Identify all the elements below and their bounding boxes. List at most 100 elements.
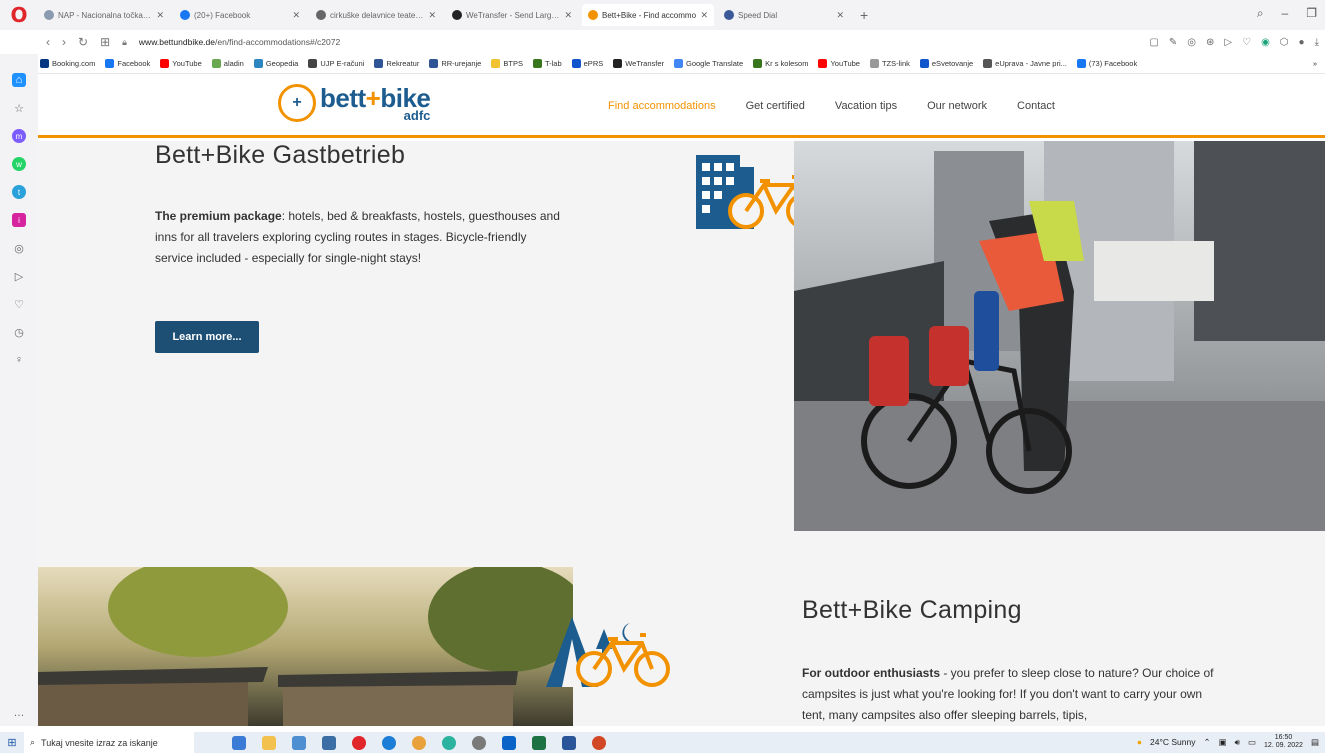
tab-close-icon[interactable]: ✕ [836,10,844,21]
play-icon[interactable]: ▷ [1224,37,1232,48]
home-icon[interactable]: ⌂ [12,73,26,87]
account-icon[interactable]: ◉ [1261,37,1270,48]
send-icon[interactable]: ▷ [12,269,26,283]
bookmark-item[interactable]: Booking.com [40,59,95,68]
edge-new-icon[interactable] [442,735,456,750]
browser-tab[interactable]: NAP - Nacionalna točka do ✕ [38,4,170,26]
nav-contact[interactable]: Contact [1017,100,1055,112]
browser-tab[interactable]: cirkuške delavnice teate cir ✕ [310,4,442,26]
heart-icon[interactable]: ♡ [1242,37,1251,48]
browser-tab[interactable]: (20+) Facebook ✕ [174,4,306,26]
pin-icon[interactable]: ♀ [12,353,26,367]
bookmark-item[interactable]: Google Translate [674,59,743,68]
bookmark-item[interactable]: eSvetovanje [919,59,973,68]
nav-get-certified[interactable]: Get certified [746,100,805,112]
tab-close-icon[interactable]: ✕ [428,10,436,21]
bookmarks-heart-icon[interactable]: ♡ [12,297,26,311]
nav-find-accommodations[interactable]: Find accommodations [608,100,716,112]
bookmark-item[interactable]: Geopedia [253,59,298,68]
reload-button[interactable]: ↻ [78,35,88,49]
bookmark-label: TZS-link [881,59,910,68]
browser-tab[interactable]: WeTransfer - Send Large Fil ✕ [446,4,578,26]
opera-taskbar-icon[interactable] [352,735,366,750]
bookmark-item[interactable]: T-lab [532,59,562,68]
chrome-icon[interactable] [412,735,426,750]
logo-adfc: adfc [403,107,431,123]
bookmark-icon [818,59,828,68]
word-icon[interactable] [562,735,576,750]
star-icon[interactable]: ☆ [12,101,26,115]
browser-tab[interactable]: Bett+Bike - Find accommo ✕ [582,4,714,26]
tab-close-icon[interactable]: ✕ [292,10,300,21]
bookmark-item[interactable]: UJP E-računi [308,59,364,68]
player-icon[interactable]: ◎ [12,241,26,255]
history-icon[interactable]: ◷ [12,325,26,339]
volume-icon[interactable]: 🔊︎ [1235,737,1240,748]
minimize-button[interactable]: – [1282,6,1289,21]
forward-button[interactable]: › [62,35,66,49]
outlook-icon[interactable] [502,735,516,750]
tab-label: Speed Dial [738,10,778,20]
tab-close-icon[interactable]: ✕ [564,10,572,21]
wifi-icon[interactable]: ▭ [1248,737,1256,748]
bett-bike-logo[interactable]: + bett+bike adfc [278,84,431,123]
app-icon-3[interactable] [292,735,306,750]
new-tab-button[interactable]: + [860,7,868,23]
snapshot-icon[interactable]: ▢ [1149,37,1158,48]
download-icon[interactable]: ⤓ [1315,37,1319,48]
bookmark-item[interactable]: ePRS [571,59,603,68]
instagram-icon[interactable]: i [12,213,26,227]
bookmark-item[interactable]: Kr s kolesom [753,59,808,68]
restore-button[interactable]: ❐ [1306,6,1317,21]
clock[interactable]: 16:50 12. 09. 2022 [1264,734,1303,750]
browser-tab[interactable]: Speed Dial ✕ [718,4,850,26]
more-bookmarks-button[interactable]: » [1313,59,1317,68]
network-icon[interactable]: ▣ [1219,737,1227,748]
bookmark-item[interactable]: BTPS [491,59,523,68]
tab-close-icon[interactable]: ✕ [700,10,708,21]
bookmark-label: BTPS [503,59,523,68]
whatsapp-icon[interactable]: w [12,157,26,171]
bookmark-icon [983,59,993,68]
bookmark-item[interactable]: YouTube [160,59,202,68]
task-view-icon[interactable] [232,735,246,750]
nav-vacation-tips[interactable]: Vacation tips [835,100,897,112]
camera-icon[interactable]: ◎ [1187,37,1196,48]
bookmark-item[interactable]: TZS-link [869,59,910,68]
bookmark-item[interactable]: eUprava - Javne pri... [983,59,1067,68]
profile-icon[interactable]: ● [1299,37,1305,48]
bookmark-item[interactable]: RR-urejanje [429,59,481,68]
app-icon-9[interactable] [472,735,486,750]
windows-start-icon[interactable]: ⊞ [0,732,24,753]
speed-dial-icon[interactable]: ⊞ [100,35,110,49]
telegram-icon[interactable]: t [12,185,26,199]
edit-icon[interactable]: ✎ [1169,37,1177,48]
bookmark-item[interactable]: YouTube [818,59,860,68]
url-field[interactable]: www.bettundbike.de/en/find-accommodation… [139,37,340,47]
excel-icon[interactable] [532,735,546,750]
bookmark-item[interactable]: aladin [211,59,244,68]
bookmark-item[interactable]: (73) Facebook [1076,59,1137,68]
extensions-icon[interactable]: ⬡ [1280,37,1289,48]
file-explorer-icon[interactable] [262,735,276,750]
messenger-icon[interactable]: m [12,129,26,143]
tab-close-icon[interactable]: ✕ [156,10,164,21]
app-icon-4[interactable] [322,735,336,750]
edge-icon[interactable] [382,735,396,750]
taskbar-search-box[interactable]: ⌕ Tukaj vnesite izraz za iskanje [24,732,194,753]
vpn-icon[interactable]: ⊛ [1206,37,1214,48]
search-tabs-icon[interactable]: ⌕ [1257,6,1264,21]
learn-more-button[interactable]: Learn more... [155,321,259,353]
nav-our-network[interactable]: Our network [927,100,987,112]
weather-icon[interactable]: ● [1137,737,1142,747]
notifications-icon[interactable]: ▤ [1311,737,1319,748]
back-button[interactable]: ‹ [46,35,50,49]
bookmark-item[interactable]: Rekreatur [374,59,419,68]
opera-menu-icon[interactable]: O [0,0,38,30]
bookmark-item[interactable]: WeTransfer [613,59,664,68]
tray-chevron-icon[interactable]: ⌃ [1203,737,1210,748]
more-icon[interactable]: … [12,706,26,720]
weather-text[interactable]: 24°C Sunny [1150,737,1195,747]
powerpoint-icon[interactable] [592,735,606,750]
bookmark-item[interactable]: Facebook [105,59,150,68]
